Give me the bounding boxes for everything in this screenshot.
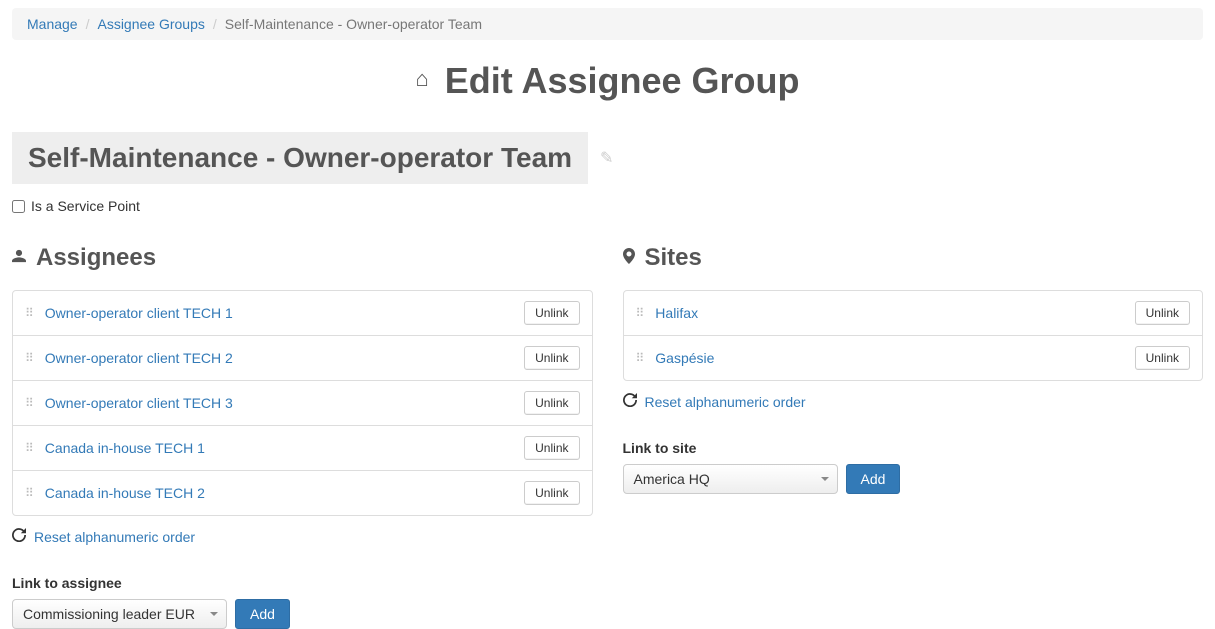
page-title: ⌂ Edit Assignee Group <box>12 60 1203 102</box>
link-to-assignee-label: Link to assignee <box>12 575 593 591</box>
service-point-label: Is a Service Point <box>31 198 140 214</box>
service-point-checkbox[interactable] <box>12 200 25 213</box>
drag-handle-icon[interactable]: ⠿ <box>636 357 646 360</box>
link-to-site-label: Link to site <box>623 440 1204 456</box>
list-item: ⠿ Owner-operator client TECH 2 Unlink <box>13 336 592 381</box>
assignee-link[interactable]: Owner-operator client TECH 3 <box>45 395 524 411</box>
chevron-down-icon <box>210 612 218 616</box>
breadcrumb: Manage Assignee Groups Self-Maintenance … <box>12 8 1203 40</box>
assignee-link[interactable]: Canada in-house TECH 2 <box>45 485 524 501</box>
sites-column: Sites ⠿ Halifax Unlink ⠿ Gaspésie Unlink <box>623 244 1204 629</box>
drag-handle-icon[interactable]: ⠿ <box>25 402 35 405</box>
link-to-site-select-value: America HQ <box>634 471 710 487</box>
reset-assignees-order-link[interactable]: Reset alphanumeric order <box>34 529 195 545</box>
add-site-button[interactable]: Add <box>846 464 901 494</box>
assignees-column: Assignees ⠿ Owner-operator client TECH 1… <box>12 244 593 629</box>
drag-handle-icon[interactable]: ⠿ <box>25 312 35 315</box>
page-title-text: Edit Assignee Group <box>445 60 800 101</box>
sites-heading-text: Sites <box>645 244 702 272</box>
list-item: ⠿ Owner-operator client TECH 1 Unlink <box>13 291 592 336</box>
assignee-link[interactable]: Owner-operator client TECH 1 <box>45 305 524 321</box>
assignees-heading: Assignees <box>12 244 593 272</box>
chevron-down-icon <box>821 477 829 481</box>
site-link[interactable]: Gaspésie <box>655 350 1134 366</box>
unlink-button[interactable]: Unlink <box>524 301 579 325</box>
list-item: ⠿ Canada in-house TECH 2 Unlink <box>13 471 592 515</box>
add-assignee-button[interactable]: Add <box>235 599 290 629</box>
map-pin-icon <box>623 248 635 269</box>
link-to-assignee-select[interactable]: Commissioning leader EUR <box>12 599 227 629</box>
breadcrumb-current: Self-Maintenance - Owner-operator Team <box>205 16 482 32</box>
unlink-button[interactable]: Unlink <box>524 481 579 505</box>
home-icon: ⌂ <box>415 66 428 91</box>
assignee-link[interactable]: Owner-operator client TECH 2 <box>45 350 524 366</box>
drag-handle-icon[interactable]: ⠿ <box>25 492 35 495</box>
refresh-icon <box>12 528 26 545</box>
assignees-heading-text: Assignees <box>36 244 156 272</box>
unlink-button[interactable]: Unlink <box>524 346 579 370</box>
unlink-button[interactable]: Unlink <box>524 391 579 415</box>
list-item: ⠿ Gaspésie Unlink <box>624 336 1203 380</box>
person-icon <box>12 249 26 268</box>
assignee-link[interactable]: Canada in-house TECH 1 <box>45 440 524 456</box>
drag-handle-icon[interactable]: ⠿ <box>25 357 35 360</box>
link-to-site-select[interactable]: America HQ <box>623 464 838 494</box>
unlink-button[interactable]: Unlink <box>1135 301 1190 325</box>
unlink-button[interactable]: Unlink <box>524 436 579 460</box>
list-item: ⠿ Halifax Unlink <box>624 291 1203 336</box>
drag-handle-icon[interactable]: ⠿ <box>25 447 35 450</box>
list-item: ⠿ Owner-operator client TECH 3 Unlink <box>13 381 592 426</box>
drag-handle-icon[interactable]: ⠿ <box>636 312 646 315</box>
list-item: ⠿ Canada in-house TECH 1 Unlink <box>13 426 592 471</box>
sites-list: ⠿ Halifax Unlink ⠿ Gaspésie Unlink <box>623 290 1204 381</box>
reset-sites-order-link[interactable]: Reset alphanumeric order <box>645 394 806 410</box>
breadcrumb-manage-link[interactable]: Manage <box>27 16 78 32</box>
refresh-icon <box>623 393 637 410</box>
breadcrumb-assignee-groups-link[interactable]: Assignee Groups <box>97 16 204 32</box>
edit-group-name-icon[interactable]: ✎ <box>600 148 613 168</box>
site-link[interactable]: Halifax <box>655 305 1134 321</box>
sites-heading: Sites <box>623 244 1204 272</box>
link-to-assignee-select-value: Commissioning leader EUR <box>23 606 195 622</box>
assignees-list: ⠿ Owner-operator client TECH 1 Unlink ⠿ … <box>12 290 593 516</box>
unlink-button[interactable]: Unlink <box>1135 346 1190 370</box>
group-name-display: Self-Maintenance - Owner-operator Team <box>12 132 588 184</box>
